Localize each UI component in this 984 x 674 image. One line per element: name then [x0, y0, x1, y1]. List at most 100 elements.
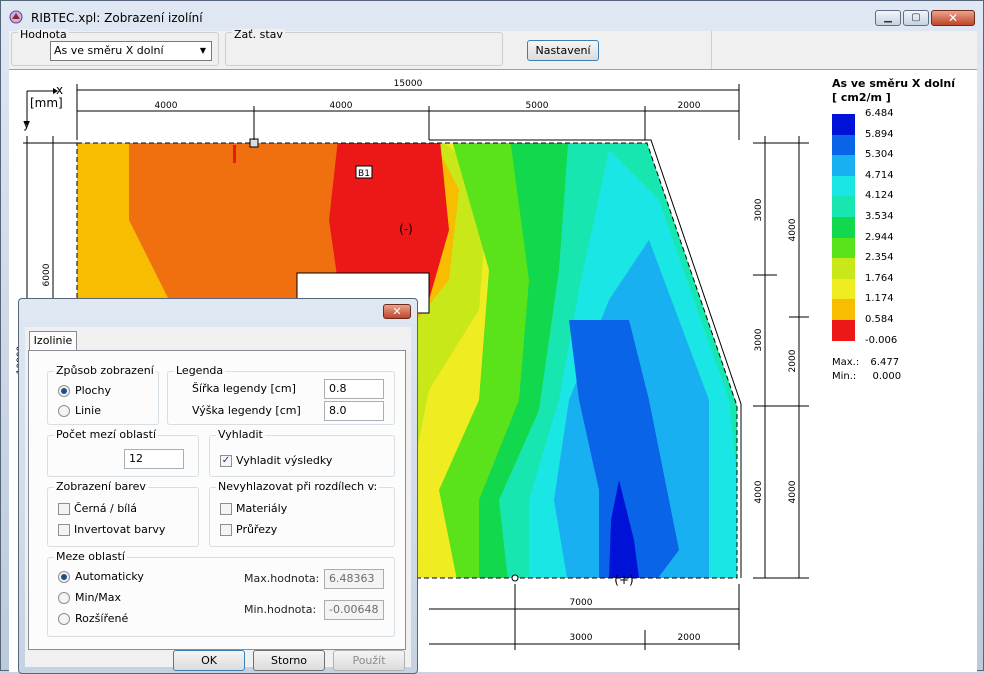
sign-positive: (+) [614, 573, 633, 587]
zobrazeni-title: Zobrazení barev [54, 480, 148, 493]
label-b1: B1 [358, 169, 370, 179]
check-vyhladit-box[interactable]: ✓ [220, 454, 232, 467]
check-materialy-label: Materiály [236, 502, 288, 515]
units-label: [mm] [30, 96, 63, 110]
check-invertovat-label: Invertovat barvy [74, 523, 166, 536]
check-materialy[interactable]: Materiály [220, 502, 287, 515]
maximize-button[interactable]: ▢ [903, 10, 929, 26]
radio-rozsirene-dot[interactable] [58, 612, 70, 625]
minimize-button[interactable]: ▁ [875, 10, 901, 26]
legend-min-label: Min.: [832, 371, 857, 382]
radio-plochy-dot[interactable] [58, 384, 70, 397]
sirka-input[interactable]: 0.8 [324, 379, 384, 399]
hodnota-select[interactable]: As ve směru X dolní ▼ [50, 41, 212, 61]
legend-min: Min.: 0.000 [832, 370, 901, 383]
legend-level-label: 4.714 [865, 169, 894, 181]
nevyhlazovat-group: Nevyhlazovat při rozdílech v: Materiály … [209, 481, 395, 547]
title-bar[interactable]: RIBTEC.xpl: Zobrazení izolíní ▁ ▢ ✕ [1, 1, 983, 31]
legend-swatch [832, 278, 855, 300]
vyska-input[interactable]: 8.0 [324, 401, 384, 421]
sirka-label: Šířka legendy [cm] [192, 382, 296, 395]
radio-minmax-label: Min/Max [75, 591, 121, 604]
storno-button[interactable]: Storno [253, 650, 325, 671]
legend-level-label: 3.534 [865, 211, 894, 222]
radio-automaticky-dot[interactable] [58, 570, 70, 583]
legend-swatch [832, 258, 855, 280]
support-marker[interactable] [511, 574, 519, 582]
check-prurezy-box[interactable] [220, 523, 232, 536]
dim-right-inner-1: 3000 [754, 198, 764, 221]
legend-level-label: 1.764 [865, 272, 894, 284]
radio-automaticky-label: Automaticky [75, 570, 144, 583]
radio-minmax[interactable]: Min/Max [58, 591, 121, 604]
check-invertovat[interactable]: Invertovat barvy [58, 523, 165, 536]
dialog-body: Izolinie Způsob zobrazení Plochy Linie L… [25, 327, 411, 671]
pocet-input[interactable]: 12 [124, 449, 184, 469]
max-hodnota-input[interactable]: 6.48363 [324, 569, 384, 589]
legend-max-value: 6.477 [870, 357, 900, 368]
max-hodnota-label: Max.hodnota: [244, 572, 320, 585]
check-vyhladit-label: Vyhladit výsledky [236, 454, 333, 467]
hodnota-value: As ve směru X dolní [54, 44, 164, 57]
legend-swatch [832, 175, 855, 197]
nastaveni-button[interactable]: Nastavení [527, 40, 599, 61]
legend-max-label: Max.: [832, 357, 860, 368]
vyhladit-title: Vyhladit [216, 428, 265, 441]
dim-right-inner-3: 4000 [754, 480, 764, 503]
check-invertovat-box[interactable] [58, 523, 70, 536]
legend-swatch [832, 114, 855, 135]
radio-rozsirene-label: Rozšířené [75, 612, 129, 625]
close-icon: ✕ [392, 305, 402, 318]
legend-swatch [832, 134, 855, 156]
radio-plochy-label: Plochy [75, 384, 111, 397]
radio-minmax-dot[interactable] [58, 591, 70, 604]
meze-group: Meze oblastí Automaticky Min/Max Rozšíře… [47, 551, 395, 637]
radio-linie-dot[interactable] [58, 404, 70, 417]
nevyhlazovat-title: Nevyhlazovat při rozdílech v: [216, 480, 380, 493]
legend-max: Max.: 6.477 [832, 356, 899, 369]
close-button[interactable]: ✕ [931, 10, 975, 26]
check-materialy-box[interactable] [220, 502, 232, 515]
legenda-group: Legenda Šířka legendy [cm] 0.8 Výška leg… [167, 365, 395, 425]
legend-swatch [832, 320, 855, 341]
dim-right-outer-2: 2000 [788, 349, 798, 372]
radio-plochy[interactable]: Plochy [58, 384, 111, 397]
radio-rozsirene[interactable]: Rozšířené [58, 612, 128, 625]
dialog-close-button[interactable]: ✕ [383, 304, 411, 319]
legend-title-line2: [ cm2/m ] [832, 91, 891, 104]
axis-x-label: x [56, 83, 63, 97]
check-cerna-bila-box[interactable] [58, 502, 70, 515]
ok-button[interactable]: OK [173, 650, 245, 671]
chevron-down-icon: ▼ [199, 46, 207, 55]
legend-level-label: -0.006 [865, 334, 898, 346]
local-peak-marker [233, 145, 236, 163]
sign-negative: (-) [399, 222, 413, 236]
legend-swatch [832, 155, 855, 177]
min-hodnota-input[interactable]: -0.00648 [324, 600, 384, 620]
izolinie-dialog[interactable]: ✕ Izolinie Způsob zobrazení Plochy Linie… [18, 298, 418, 674]
check-prurezy[interactable]: Průřezy [220, 523, 277, 536]
dim-bottom-7000: 7000 [570, 598, 593, 608]
column-marker[interactable] [249, 138, 259, 148]
app-logo-icon [9, 10, 23, 24]
legend-level-label: 1.174 [865, 293, 894, 305]
min-hodnota-label: Min.hodnota: [244, 603, 317, 616]
legend-level-label: 4.124 [865, 190, 894, 202]
pouzit-button[interactable]: Použít [333, 650, 405, 671]
check-vyhladit[interactable]: ✓ Vyhladit výsledky [220, 454, 332, 467]
radio-automaticky[interactable]: Automaticky [58, 570, 144, 583]
zpusob-group: Způsob zobrazení Plochy Linie [47, 365, 159, 425]
dim-top-3: 5000 [526, 101, 549, 111]
pocet-title: Počet mezí oblastí [54, 428, 159, 441]
dim-top-1: 4000 [155, 101, 178, 111]
dim-bottom-2: 2000 [678, 633, 701, 643]
check-cerna-bila[interactable]: Černá / bílá [58, 502, 137, 515]
tab-izolinie[interactable]: Izolinie [29, 331, 77, 351]
legend-swatch [832, 237, 855, 259]
legend-level-label: 2.354 [865, 252, 894, 264]
legend-level-label: 6.484 [865, 108, 894, 119]
legend-level-label: 0.584 [865, 314, 894, 325]
legend-min-value: 0.000 [872, 371, 902, 382]
dim-top-2: 4000 [330, 101, 353, 111]
radio-linie[interactable]: Linie [58, 404, 101, 417]
